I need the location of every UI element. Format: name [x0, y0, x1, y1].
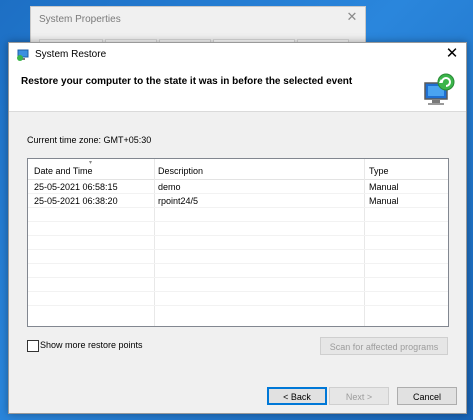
row-separator — [28, 291, 448, 292]
system-restore-hero-icon — [424, 73, 455, 105]
close-icon: ✕ — [346, 9, 358, 24]
cancel-button[interactable]: Cancel — [397, 387, 457, 405]
header-panel: Restore your computer to the state it wa… — [9, 67, 466, 112]
row-separator — [28, 235, 448, 236]
row-description: demo — [158, 182, 181, 192]
row-type: Manual — [369, 196, 399, 206]
row-separator — [28, 249, 448, 250]
row-separator — [28, 193, 448, 194]
column-type[interactable]: Type — [369, 166, 389, 176]
row-separator — [28, 305, 448, 306]
page-heading: Restore your computer to the state it wa… — [21, 76, 353, 87]
system-restore-icon — [17, 49, 29, 61]
row-separator — [28, 263, 448, 264]
column-divider — [154, 159, 155, 326]
column-date-time[interactable]: Date and Time — [34, 166, 93, 176]
timezone-label: Current time zone: GMT+05:30 — [27, 135, 152, 145]
show-more-label[interactable]: Show more restore points — [40, 340, 143, 350]
dialog-title: System Restore — [35, 49, 107, 60]
column-description[interactable]: Description — [158, 166, 203, 176]
back-button[interactable]: < Back — [267, 387, 327, 405]
row-separator — [28, 221, 448, 222]
row-date: 25-05-2021 06:58:15 — [34, 182, 118, 192]
list-header: ▾ Date and Time Description Type — [28, 159, 448, 180]
scan-programs-button[interactable]: Scan for affected programs — [320, 337, 448, 355]
row-separator — [28, 277, 448, 278]
row-description: rpoint24/5 — [158, 196, 199, 206]
sort-indicator-icon: ▾ — [89, 160, 93, 166]
title-bar: System Restore ✕ — [9, 43, 466, 67]
column-divider — [364, 159, 365, 326]
next-button[interactable]: Next > — [329, 387, 389, 405]
row-type: Manual — [369, 182, 399, 192]
row-separator — [28, 207, 448, 208]
system-restore-dialog: System Restore ✕ Restore your computer t… — [8, 42, 467, 414]
show-more-checkbox[interactable] — [27, 340, 39, 352]
system-properties-title: System Properties — [39, 14, 121, 25]
restore-points-list[interactable]: ▾ Date and Time Description Type 25-05-2… — [27, 158, 449, 327]
row-date: 25-05-2021 06:38:20 — [34, 196, 118, 206]
close-button[interactable]: ✕ — [444, 46, 460, 62]
